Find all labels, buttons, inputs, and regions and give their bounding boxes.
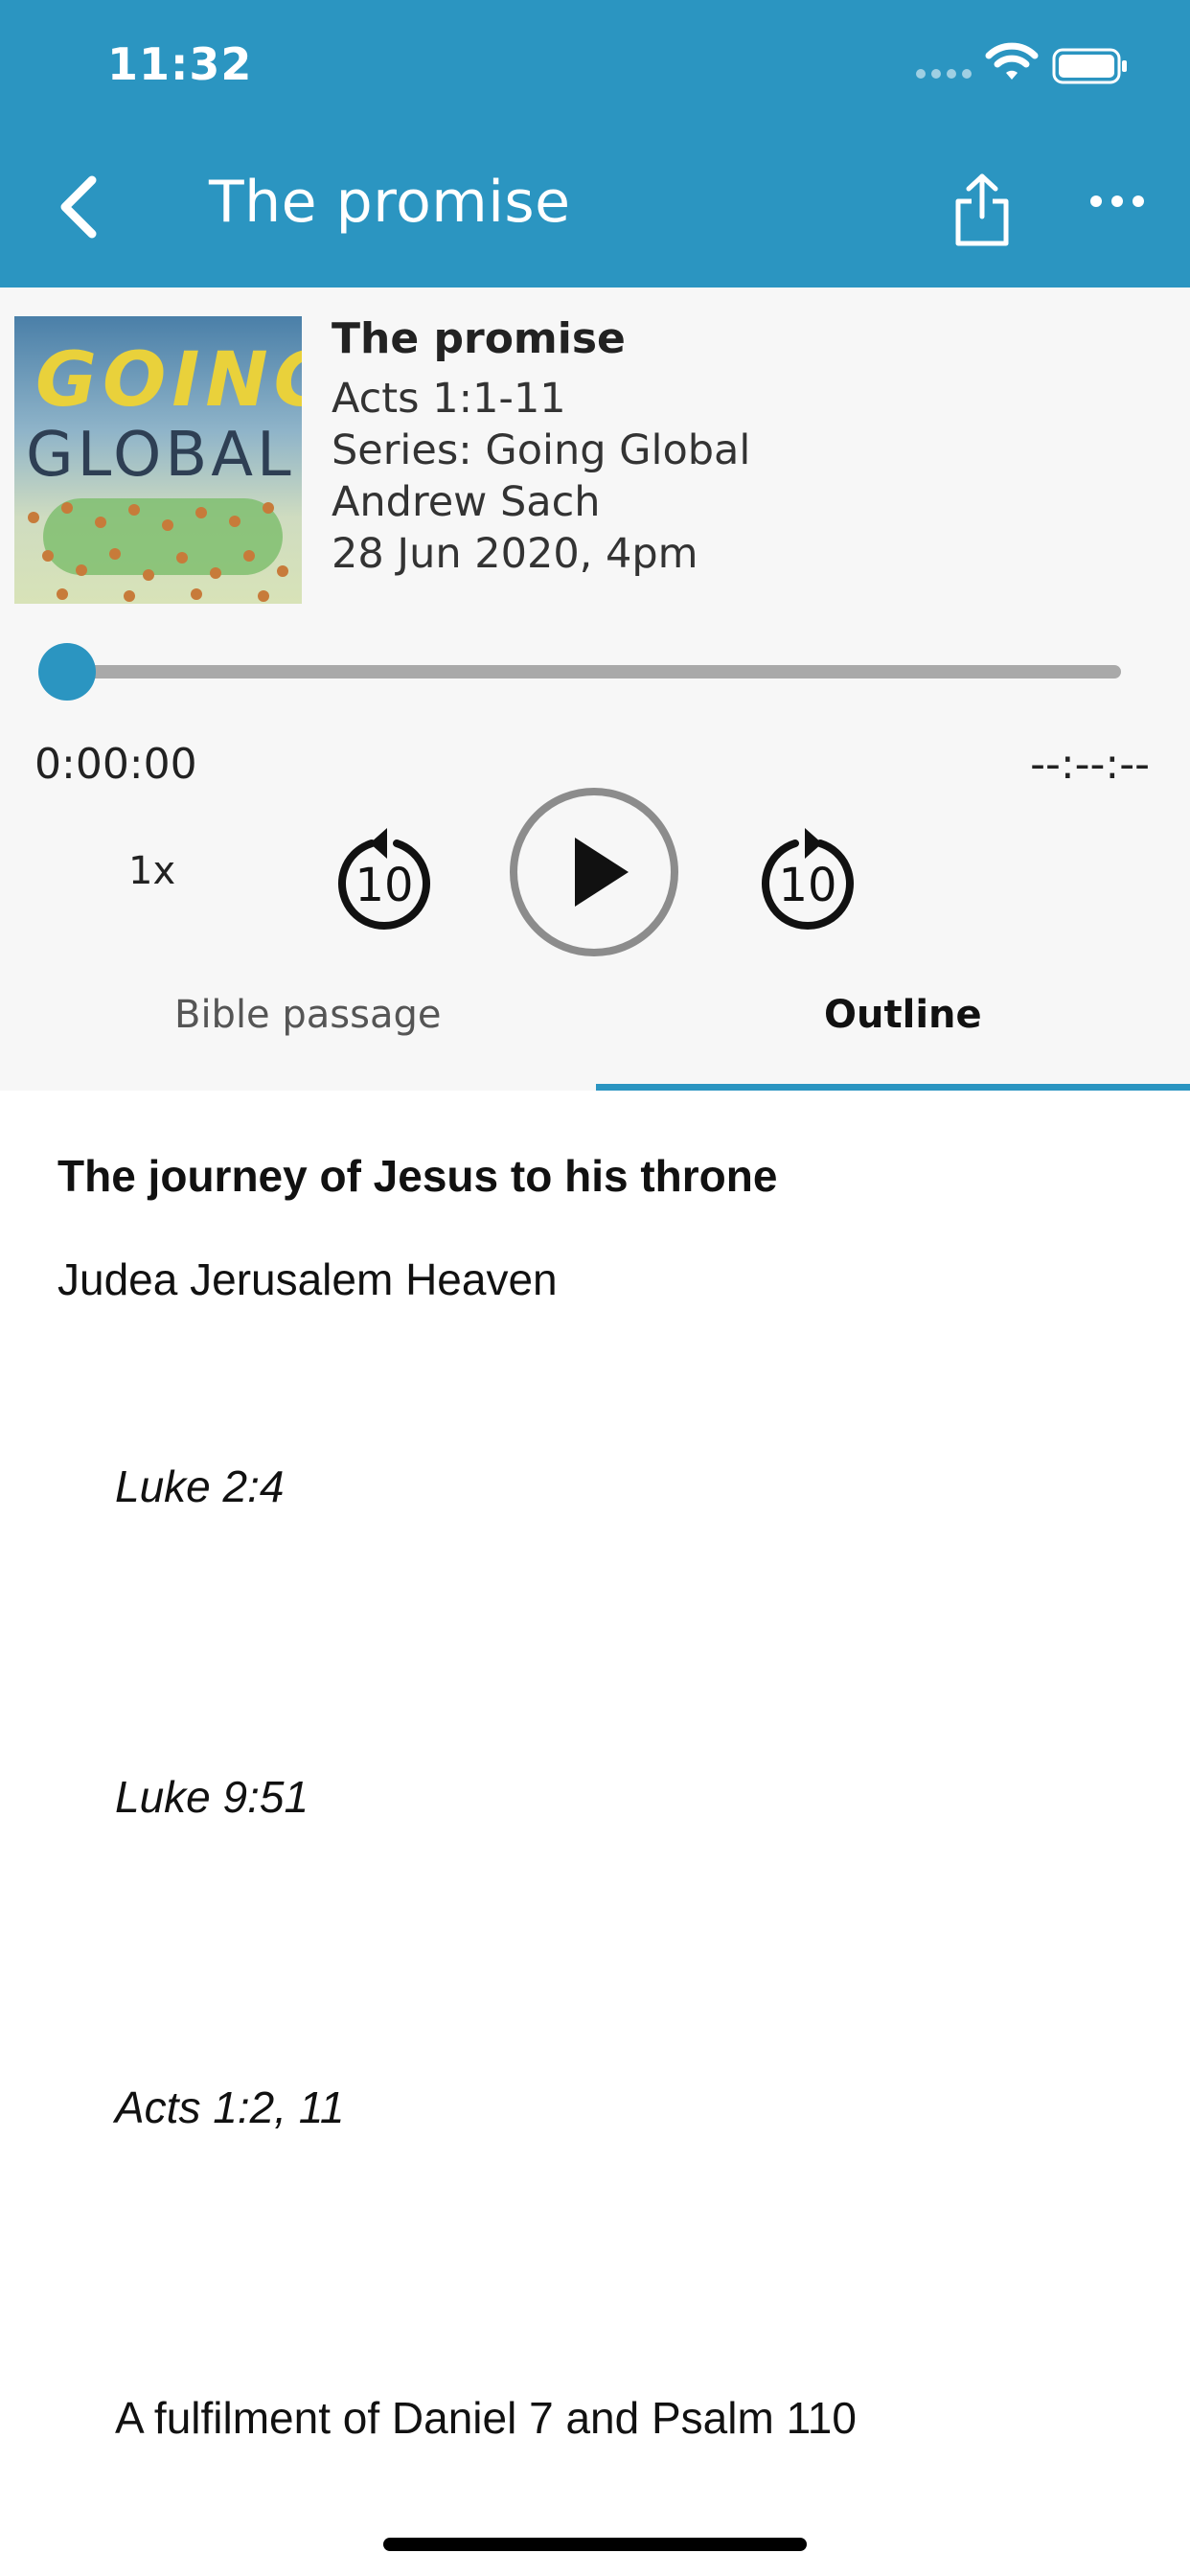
cellular-signal-icon xyxy=(916,69,972,79)
sermon-series: Series: Going Global xyxy=(332,426,751,474)
page-title: The promise xyxy=(209,169,571,236)
status-time: 11:32 xyxy=(107,38,253,90)
app-header: 11:32 The promise xyxy=(0,0,1190,288)
selected-tab-indicator xyxy=(596,1084,1190,1091)
outline-fulfilment: A fulfilment of Daniel 7 and Psalm 110 xyxy=(115,2393,857,2443)
artwork-title-going: GOING xyxy=(35,337,302,424)
sermon-title: The promise xyxy=(332,314,626,363)
play-button[interactable] xyxy=(508,786,680,958)
progress-track[interactable] xyxy=(67,665,1121,678)
skip-forward-button[interactable]: 10 xyxy=(755,822,860,937)
skip-back-button[interactable]: 10 xyxy=(332,822,437,937)
series-artwork: GOING GLOBAL xyxy=(14,316,302,604)
back-button[interactable] xyxy=(50,169,107,245)
battery-icon xyxy=(1052,48,1127,84)
share-button[interactable] xyxy=(950,172,1014,249)
outline-reference: Luke 9:51 xyxy=(115,1772,309,1822)
more-options-button[interactable] xyxy=(1090,196,1144,207)
outline-heading: The journey of Jesus to his throne xyxy=(57,1151,778,1201)
tab-outline[interactable]: Outline xyxy=(824,993,982,1037)
home-indicator[interactable] xyxy=(383,2538,807,2551)
playback-speed-button[interactable]: 1x xyxy=(128,849,175,893)
outline-reference: Luke 2:4 xyxy=(115,1461,285,1511)
outline-subheading: Judea Jerusalem Heaven xyxy=(57,1254,558,1304)
artwork-title-global: GLOBAL xyxy=(26,420,295,491)
total-time: --:--:-- xyxy=(1030,740,1150,789)
outline-reference: Acts 1:2, 11 xyxy=(115,2082,345,2132)
sermon-details: The promise Acts 1:1-11 Series: Going Gl… xyxy=(332,314,750,580)
sermon-passage: Acts 1:1-11 xyxy=(332,375,566,423)
skip-forward-label: 10 xyxy=(778,859,836,912)
sermon-date: 28 Jun 2020, 4pm xyxy=(332,530,698,578)
skip-back-label: 10 xyxy=(355,859,413,912)
artwork-people xyxy=(28,502,288,602)
tab-bible-passage[interactable]: Bible passage xyxy=(174,993,441,1037)
sermon-speaker: Andrew Sach xyxy=(332,478,601,526)
elapsed-time: 0:00:00 xyxy=(34,740,197,789)
progress-scrubber[interactable] xyxy=(38,643,96,701)
wifi-icon xyxy=(985,42,1039,80)
